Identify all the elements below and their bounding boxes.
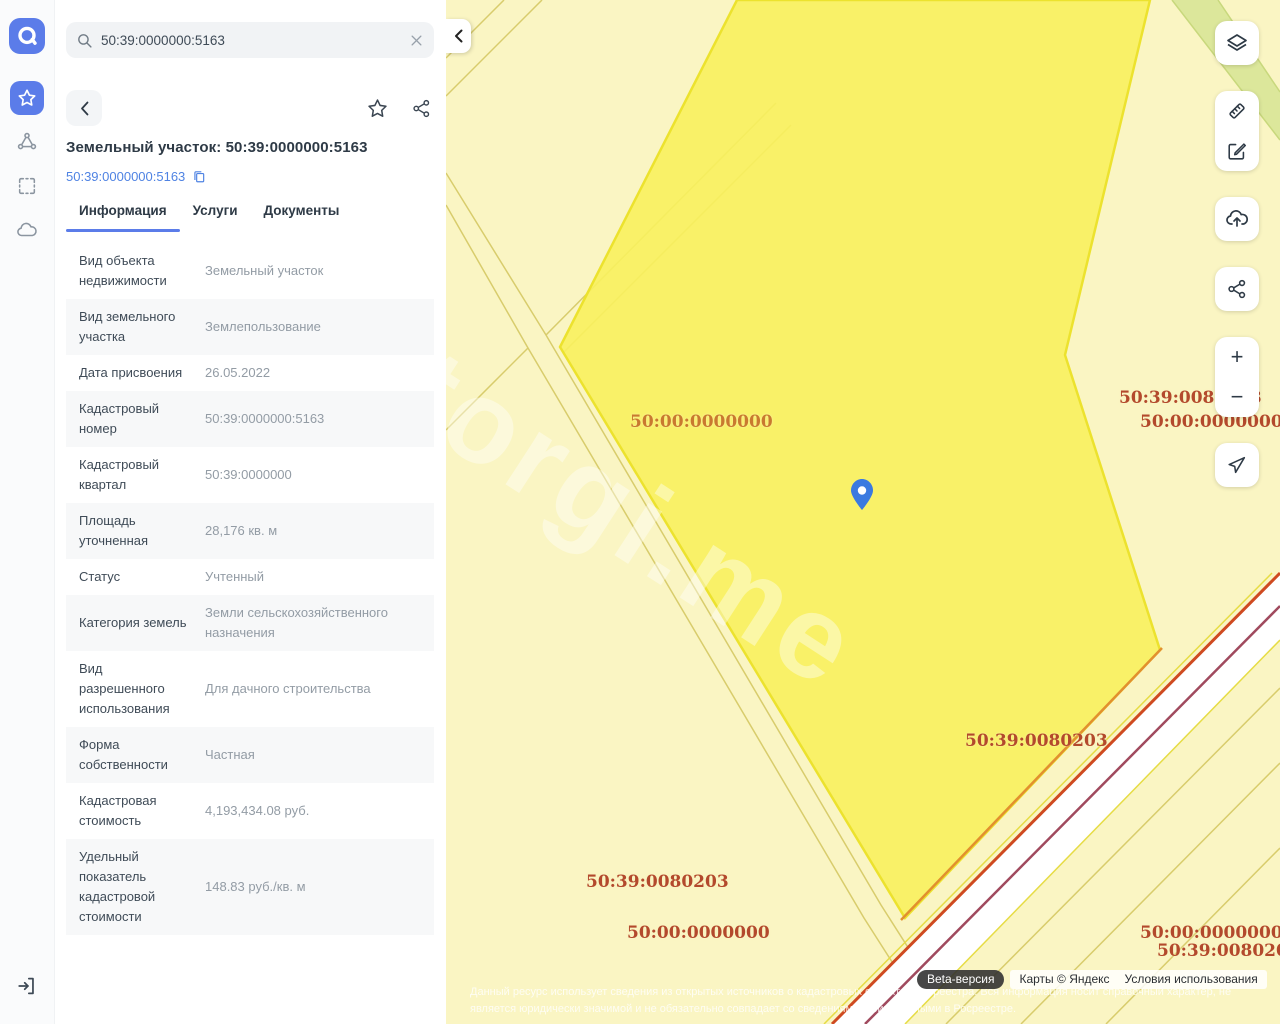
edit-button[interactable] <box>1215 131 1259 171</box>
app-logo[interactable] <box>9 18 45 54</box>
measure-button[interactable] <box>1215 91 1259 131</box>
row-value: Частная <box>205 745 424 765</box>
table-row: Кадастровый квартал 50:39:0000000 <box>66 447 434 503</box>
tab-documents[interactable]: Документы <box>251 203 353 232</box>
share-icon <box>411 98 432 119</box>
icon-rail <box>0 0 55 1024</box>
row-label: Кадастровый квартал <box>79 455 191 495</box>
plus-icon: + <box>1231 346 1244 368</box>
page-title: Земельный участок: 50:39:0000000:5163 <box>66 139 436 156</box>
select-area-icon <box>16 175 38 197</box>
back-button[interactable] <box>66 90 102 126</box>
table-row: Статус Учтенный <box>66 559 434 595</box>
app-window: torgi.me 50:00:0000000 50:39:0080203 50:… <box>0 0 1280 1024</box>
map-copyright-link[interactable]: Карты © Яндекс <box>1019 972 1109 986</box>
table-row: Кадастровая стоимость 4,193,434.08 руб. <box>66 783 434 839</box>
sidebar-item-login[interactable] <box>10 969 44 1003</box>
row-label: Вид земельного участка <box>79 307 191 347</box>
row-label: Категория земель <box>79 613 191 633</box>
row-label: Дата присвоения <box>79 363 191 383</box>
map-canvas[interactable]: torgi.me 50:00:0000000 50:39:0080203 50:… <box>446 0 1280 1024</box>
row-value: 26.05.2022 <box>205 363 424 383</box>
layers-button[interactable] <box>1215 21 1259 65</box>
row-value: Для дачного строительства <box>205 679 424 699</box>
login-icon <box>16 975 38 997</box>
chevron-left-icon <box>80 101 89 116</box>
row-label: Вид разрешенного использования <box>79 659 191 719</box>
ruler-icon <box>1226 100 1248 122</box>
table-row: Вид объекта недвижимости Земельный участ… <box>66 243 434 299</box>
row-value: 50:39:0000000:5163 <box>205 409 424 429</box>
minus-icon: − <box>1231 386 1244 408</box>
upload-button[interactable] <box>1215 197 1259 241</box>
share-icon <box>1226 278 1248 300</box>
row-value: 4,193,434.08 руб. <box>205 801 424 821</box>
sidebar-item-area-select[interactable] <box>10 169 44 203</box>
table-row: Площадь уточненная 28,176 кв. м <box>66 503 434 559</box>
terms-of-use-link[interactable]: Условия использования <box>1125 972 1258 986</box>
row-value: Учтенный <box>205 567 424 587</box>
panel-tabs: Информация Услуги Документы <box>66 203 352 232</box>
map-attribution: Beta-версия Карты © Яндекс Условия испол… <box>917 970 1267 989</box>
table-row: Вид разрешенного использования Для дачно… <box>66 651 434 727</box>
panel-collapse-button[interactable] <box>446 19 471 53</box>
row-label: Форма собственности <box>79 735 191 775</box>
logo-a-icon <box>15 24 39 48</box>
sidebar-item-cloud[interactable] <box>10 213 44 247</box>
copy-icon[interactable] <box>192 169 206 184</box>
map-base-layer <box>446 0 1280 1024</box>
star-outline-icon <box>366 97 389 120</box>
row-value: Землепользование <box>205 317 424 337</box>
table-row: Удельный показатель кадастровой стоимост… <box>66 839 434 935</box>
cloud-icon <box>16 219 38 241</box>
share-map-button[interactable] <box>1215 267 1259 311</box>
beta-badge: Beta-версия <box>917 970 1004 989</box>
row-label: Вид объекта недвижимости <box>79 251 191 291</box>
table-row: Категория земель Земли сельскохозяйствен… <box>66 595 434 651</box>
cadastral-number-row: 50:39:0000000:5163 <box>66 169 206 184</box>
table-row: Форма собственности Частная <box>66 727 434 783</box>
info-table: Вид объекта недвижимости Земельный участ… <box>66 243 434 935</box>
row-label: Кадастровый номер <box>79 399 191 439</box>
zoom-controls: + − <box>1215 337 1259 417</box>
cadastral-number-link[interactable]: 50:39:0000000:5163 <box>66 169 185 184</box>
row-value: Земли сельскохозяйственного назначения <box>205 603 424 643</box>
locate-me-button[interactable] <box>1215 443 1259 487</box>
row-label: Статус <box>79 567 191 587</box>
edit-pencil-icon <box>1226 140 1248 162</box>
search-bar <box>66 22 434 58</box>
star-icon <box>16 87 38 109</box>
cloud-upload-icon <box>1225 207 1249 231</box>
table-row: Кадастровый номер 50:39:0000000:5163 <box>66 391 434 447</box>
clear-search-icon[interactable] <box>409 33 424 48</box>
row-value: Земельный участок <box>205 261 424 281</box>
search-icon <box>76 32 93 49</box>
tab-services[interactable]: Услуги <box>180 203 251 232</box>
row-value: 50:39:0000000 <box>205 465 424 485</box>
object-info-panel: Земельный участок: 50:39:0000000:5163 50… <box>55 0 446 1024</box>
row-label: Площадь уточненная <box>79 511 191 551</box>
zoom-out-button[interactable]: − <box>1215 377 1259 417</box>
panel-header <box>66 90 434 126</box>
share-object-button[interactable] <box>408 95 434 121</box>
sidebar-item-favorites[interactable] <box>10 81 44 115</box>
table-row: Дата присвоения 26.05.2022 <box>66 355 434 391</box>
favorite-button[interactable] <box>364 95 390 121</box>
chevron-left-icon <box>454 29 463 43</box>
tab-information[interactable]: Информация <box>66 203 180 232</box>
row-label: Удельный показатель кадастровой стоимост… <box>79 847 191 927</box>
zoom-in-button[interactable]: + <box>1215 337 1259 377</box>
search-input[interactable] <box>101 33 409 48</box>
row-label: Кадастровая стоимость <box>79 791 191 831</box>
draw-tools-group <box>1215 91 1259 171</box>
row-value: 28,176 кв. м <box>205 521 424 541</box>
table-row: Вид земельного участка Землепользование <box>66 299 434 355</box>
sidebar-item-polygon-tool[interactable] <box>10 125 44 159</box>
navigation-arrow-icon <box>1226 454 1248 476</box>
polygon-nodes-icon <box>16 131 38 153</box>
layers-icon <box>1225 31 1249 55</box>
row-value: 148.83 руб./кв. м <box>205 877 424 897</box>
